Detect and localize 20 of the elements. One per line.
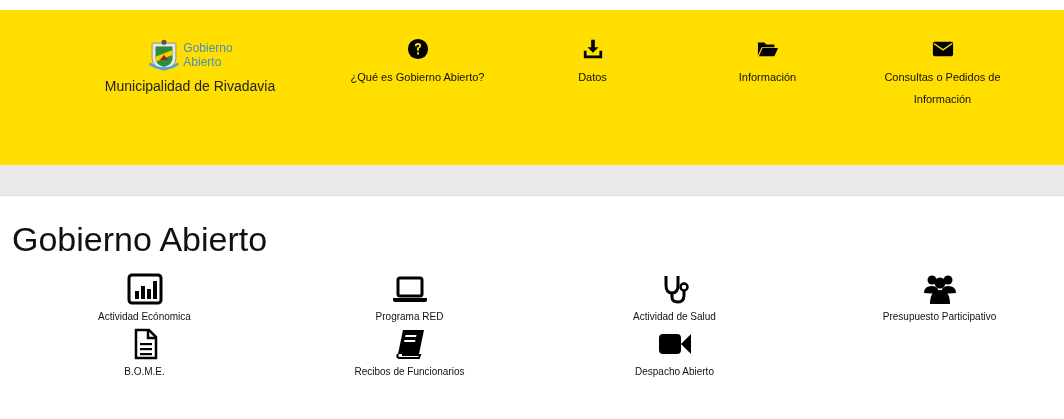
logo-text: Gobierno (183, 41, 233, 55)
section-link[interactable]: B.O.M.E. (12, 328, 277, 377)
crest-icon (147, 38, 182, 72)
nav-link[interactable]: Información (680, 38, 855, 88)
nav-link[interactable]: ¿Qué es Gobierno Abierto? (330, 38, 505, 88)
page-title: Gobierno Abierto (12, 220, 269, 259)
nav-link[interactable]: Datos (505, 38, 680, 88)
download-icon (581, 38, 604, 60)
nav-link[interactable]: Consultas o Pedidos de Información (855, 38, 1030, 110)
help-icon (406, 38, 429, 60)
section-link[interactable]: Presupuesto Participativo (807, 273, 1064, 322)
section-link[interactable]: Actividad de Salud (542, 273, 807, 322)
section-link[interactable]: Actividad Ecónomica (12, 273, 277, 322)
people-icon (921, 273, 958, 305)
municipality-name: Municipalidad de Rivadavia (104, 78, 276, 94)
logo-text: Abierto (183, 55, 223, 69)
section-link[interactable]: Programa RED (277, 273, 542, 322)
section-link[interactable]: Despacho Abierto (542, 328, 807, 377)
bar-chart-icon (126, 273, 163, 305)
section-link[interactable]: Recibos de Funcionarios (277, 328, 542, 377)
